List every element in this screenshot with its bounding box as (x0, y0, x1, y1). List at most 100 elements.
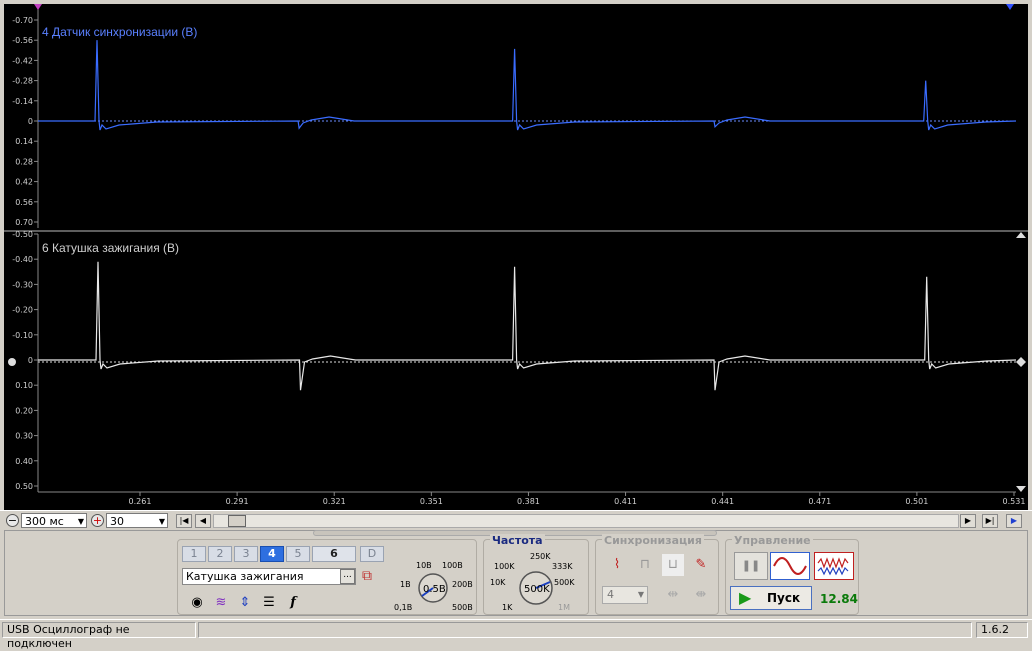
sync-channel-value: 4 (607, 588, 614, 601)
x-tick-label: 0.441 (711, 497, 734, 506)
frequency-group: Частота 250K 100K 333K 10K 500K 1K 1M 50… (483, 534, 589, 615)
formula-icon[interactable]: f (282, 592, 304, 614)
time-scrollbar[interactable] (213, 514, 959, 528)
x-tick-label: 0.411 (614, 497, 637, 506)
x-tick-label: 0.291 (226, 497, 249, 506)
freq-label-10k: 10K (490, 578, 506, 587)
y-tick-label: -0.70 (12, 16, 33, 25)
x-tick-label: 0.351 (420, 497, 443, 506)
zoom-select[interactable]: 30 ▼ (106, 513, 168, 528)
zoom-in-button[interactable]: + (91, 514, 104, 527)
y-tick-label: -0.56 (12, 36, 33, 45)
y-tick-label: 0 (28, 117, 33, 126)
y-tick-label: -0.50 (12, 230, 33, 239)
y-tick-label: 0 (28, 356, 33, 365)
pause-button[interactable]: ❚❚ (734, 552, 768, 580)
filter-wave-icon[interactable]: ≋ (210, 592, 232, 614)
frequency-knob[interactable]: 250K 100K 333K 10K 500K 1K 1M 500K (486, 544, 588, 614)
status-bar: USB Осциллограф не подключен 1.6.2 (0, 619, 1032, 650)
y-tick-label: -0.30 (12, 280, 33, 289)
y-tick-label: -0.40 (12, 255, 33, 264)
sync-collapse-icon[interactable]: ⇼ (690, 584, 712, 606)
oscilloscope-display[interactable]: -0.70 -0.56 -0.42 -0.28 -0.14 0 0.14 0.28 0.42 0.… (0, 0, 1032, 510)
scroll-thumb[interactable] (228, 515, 246, 527)
timebase-value: 300 мс (25, 515, 64, 528)
freq-label-1m: 1M (558, 603, 570, 612)
timebase-select[interactable]: 300 мс ▼ (21, 513, 87, 528)
recorder-wave-icon (817, 557, 849, 576)
y-tick-label: 0.42 (15, 178, 33, 187)
chevron-down-icon: ▼ (158, 517, 165, 526)
channel6-title: 6 Катушка зажигания (В) (42, 241, 179, 255)
freq-label-250k: 250K (530, 552, 551, 561)
channel-button-6[interactable]: 6 (312, 546, 356, 562)
x-tick-label: 0.321 (323, 497, 346, 506)
pause-icon: ❚❚ (741, 559, 761, 572)
grid-lines-icon[interactable]: ☰ (258, 592, 280, 614)
channel-more-button[interactable]: ... (340, 569, 355, 584)
ch6-offset-handle[interactable] (8, 358, 16, 366)
wave-mode-button[interactable] (770, 552, 810, 580)
play-icon: ▶ (739, 588, 752, 607)
freq-label-100k: 100K (494, 562, 515, 571)
freq-label-500k: 500K (554, 578, 575, 587)
last-frame-button[interactable]: ▶| (982, 514, 998, 528)
sync-group: Синхронизация ⌇ ⊓ ⊔ ✎ 4 ▼ ⇹ ⇼ (595, 534, 719, 615)
channel4-title: 4 Датчик синхронизации (В) (42, 25, 197, 39)
freq-label-1k: 1K (502, 603, 513, 612)
zoom-out-button[interactable]: − (6, 514, 19, 527)
y-tick-label: -0.10 (12, 331, 33, 340)
recorder-mode-button[interactable] (814, 552, 854, 580)
x-tick-label: 0.531 (1003, 497, 1026, 506)
chevron-down-icon: ▼ (77, 517, 84, 526)
control-group: Управление ❚❚ ▶ Пуск 12.84 (725, 534, 859, 615)
volts-label-01: 0,1В (394, 603, 412, 612)
x-tick-label: 0.381 (517, 497, 540, 506)
pulse-up-icon[interactable]: ⊓ (634, 554, 656, 576)
status-version: 1.6.2 (976, 622, 1028, 638)
volts-label-10: 10В (416, 561, 432, 570)
channel6-plot (4, 232, 1028, 494)
sync-expand-icon[interactable]: ⇹ (662, 584, 684, 606)
channel-button-d[interactable]: D (360, 546, 384, 562)
y-tick-label: 0.40 (15, 457, 33, 466)
channel-name-value: Катушка зажигания (186, 570, 304, 583)
channel-button-5[interactable]: 5 (286, 546, 310, 562)
supply-voltage: 12.84 (820, 592, 858, 606)
volts-label-200: 200В (452, 580, 473, 589)
sync-title: Синхронизация (602, 534, 704, 547)
auto-sync-icon[interactable]: ✎ (690, 554, 712, 576)
y-tick-label: 0.50 (15, 482, 33, 491)
start-button[interactable]: ▶ Пуск (730, 586, 812, 610)
status-middle (198, 622, 972, 638)
rising-edge-icon[interactable]: ⌇ (606, 554, 628, 576)
eye-icon[interactable]: ◉ (186, 592, 208, 614)
volts-label-1: 1В (400, 580, 411, 589)
y-tick-label: 0.56 (15, 198, 33, 207)
first-frame-button[interactable]: |◀ (176, 514, 192, 528)
y-tick-label: -0.42 (12, 56, 33, 65)
channel-button-1[interactable]: 1 (182, 546, 206, 562)
zoom-value: 30 (110, 515, 124, 528)
pulse-down-icon[interactable]: ⊔ (662, 554, 684, 576)
volts-knob[interactable]: 10В 100В 1В 200В 0,1В 500В 0.5В (388, 550, 478, 616)
control-title: Управление (732, 534, 813, 547)
channel-name-field[interactable]: Катушка зажигания (182, 568, 356, 585)
next-frame-button[interactable]: ▶ (960, 514, 976, 528)
channel-button-2[interactable]: 2 (208, 546, 232, 562)
volts-value: 0.5В (423, 584, 446, 595)
y-tick-label: 0.70 (15, 218, 33, 227)
y-tick-label: -0.20 (12, 306, 33, 315)
frequency-value: 500K (524, 584, 550, 595)
sync-channel-select[interactable]: 4 ▼ (602, 586, 648, 604)
play-stream-button[interactable]: ▶ (1006, 514, 1022, 528)
invert-arrows-icon[interactable]: ⇕ (234, 592, 256, 614)
prev-frame-button[interactable]: ◀ (195, 514, 211, 528)
channel-button-4[interactable]: 4 (260, 546, 284, 562)
volts-label-500: 500В (452, 603, 473, 612)
y-tick-label: -0.28 (12, 77, 33, 86)
channel-button-3[interactable]: 3 (234, 546, 258, 562)
probe-settings-icon[interactable]: ⧉ (362, 568, 380, 586)
y-tick-label: 0.20 (15, 406, 33, 415)
control-panel: 1 2 3 4 5 6 D Катушка зажигания ... ⧉ ◉ … (4, 530, 1028, 616)
